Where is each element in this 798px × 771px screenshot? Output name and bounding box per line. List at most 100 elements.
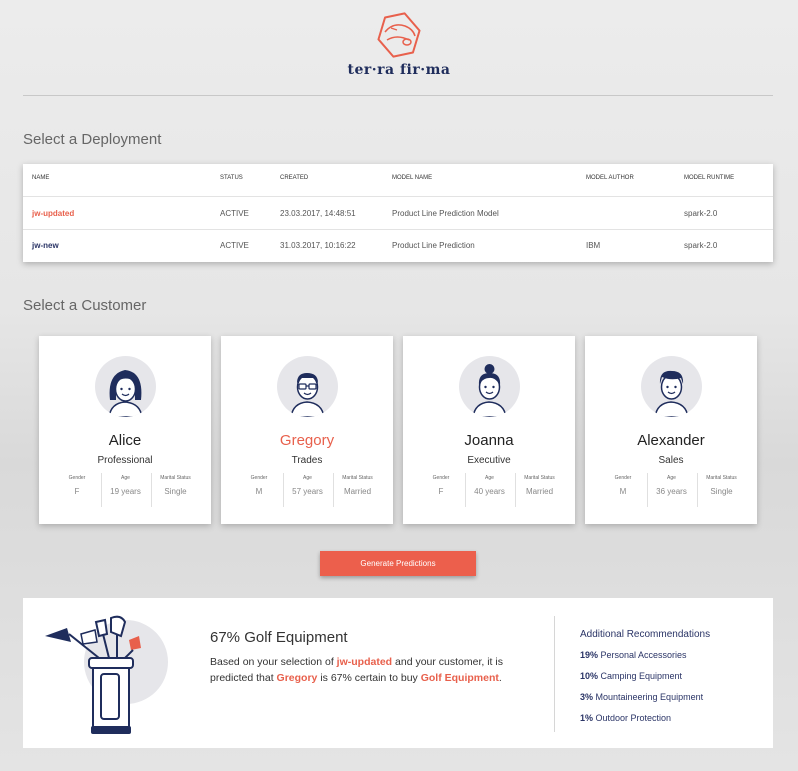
deployments-table: NAME STATUS CREATED MODEL NAME MODEL AUT…: [23, 164, 773, 262]
list-item: 3% Mountaineering Equipment: [580, 692, 703, 713]
deployment-model-name: Product Line Prediction: [392, 241, 475, 250]
avatar: [95, 356, 156, 417]
customer-occupation: Sales: [658, 455, 684, 466]
avatar: [459, 356, 520, 417]
header-divider: [23, 95, 773, 96]
table-header: NAME STATUS CREATED MODEL NAME MODEL AUT…: [23, 164, 773, 197]
deployment-model-runtime: spark-2.0: [684, 209, 718, 218]
customer-section-title: Select a Customer: [23, 297, 147, 314]
rec-label: Camping Equipment: [598, 671, 683, 681]
prediction-product: Golf Equipment: [420, 672, 499, 684]
gender-label: Gender: [68, 475, 86, 481]
customer-name: Alice: [108, 432, 142, 449]
deployment-created: 23.03.2017, 14:48:51: [280, 209, 356, 218]
man-glasses-avatar-icon: [290, 373, 325, 417]
customer-name: Joanna: [464, 432, 514, 449]
rec-percent: 10%: [580, 671, 599, 681]
table-row[interactable]: jw-updated ACTIVE 23.03.2017, 14:48:51 P…: [23, 197, 773, 230]
brand-name: ter·ra fir·ma: [347, 62, 451, 78]
recommendations-list: 19% Personal Accessories 10% Camping Equ…: [580, 650, 703, 734]
deployment-model-author: IBM: [586, 241, 601, 250]
generate-predictions-button[interactable]: Generate Predictions: [320, 551, 476, 576]
customer-stats: Gender M Age 57 years Marital Status Marrie…: [235, 473, 381, 507]
gender-label: Gender: [432, 475, 450, 481]
customer-card-gregory[interactable]: Gregory Trades Gender M Age 57 years Marit…: [221, 336, 393, 524]
marital-label: Marital Status: [706, 475, 737, 481]
list-item: 1% Outdoor Protection: [580, 713, 703, 734]
list-item: 19% Personal Accessories: [580, 650, 703, 671]
prediction-text-part: .: [498, 672, 502, 684]
customer-occupation: Executive: [467, 455, 511, 466]
deployment-model-runtime: spark-2.0: [684, 241, 718, 250]
age-value: 40 years: [474, 487, 505, 496]
rec-label: Outdoor Protection: [593, 713, 672, 723]
customer-card-joanna[interactable]: Joanna Executive Gender F Age 40 years Mar…: [403, 336, 575, 524]
customer-stats: Gender M Age 36 years Marital Status Single: [599, 473, 745, 507]
prediction-customer: Gregory: [276, 672, 318, 684]
customer-card-alice[interactable]: Alice Professional Gender F Age 19 years M…: [39, 336, 211, 524]
marital-value: Married: [525, 487, 554, 496]
brand-logo: ter·ra fir·ma: [0, 12, 798, 78]
terra-firma-logo-icon: [377, 12, 421, 58]
avatar: [641, 356, 702, 417]
age-label: Age: [667, 475, 676, 481]
marital-value: Single: [710, 487, 733, 496]
header-created: CREATED: [280, 175, 309, 181]
header-status: STATUS: [220, 175, 243, 181]
deployment-status: ACTIVE: [220, 209, 249, 218]
rec-label: Personal Accessories: [598, 650, 687, 660]
rec-percent: 19%: [580, 650, 599, 660]
age-value: 57 years: [292, 487, 323, 496]
customer-stats: Gender F Age 19 years Marital Status Single: [53, 473, 199, 507]
marital-label: Marital Status: [160, 475, 191, 481]
recommendations-title: Additional Recommendations: [580, 629, 711, 640]
deployment-created: 31.03.2017, 10:16:22: [280, 241, 356, 250]
customer-stats: Gender F Age 40 years Marital Status Marrie…: [417, 473, 563, 507]
table-row[interactable]: jw-new ACTIVE 31.03.2017, 10:16:22 Produ…: [23, 229, 773, 262]
age-value: 36 years: [656, 487, 687, 496]
rec-label: Mountaineering Equipment: [593, 692, 704, 702]
deployment-section-title: Select a Deployment: [23, 131, 162, 148]
deployment-name[interactable]: jw-new: [32, 229, 59, 262]
customer-card-alexander[interactable]: Alexander Sales Gender M Age 36 years Mari…: [585, 336, 757, 524]
marital-label: Marital Status: [342, 475, 373, 481]
header-model-author: MODEL AUTHOR: [586, 175, 634, 181]
age-value: 19 years: [110, 487, 141, 496]
avatar: [277, 356, 338, 417]
customer-occupation: Trades: [291, 455, 323, 466]
customer-name: Alexander: [637, 432, 705, 449]
header-model-name: MODEL NAME: [392, 175, 433, 181]
age-label: Age: [303, 475, 312, 481]
result-divider: [554, 616, 555, 732]
marital-value: Married: [343, 487, 372, 496]
marital-label: Marital Status: [524, 475, 555, 481]
prediction-title: 67% Golf Equipment: [210, 629, 348, 646]
man-avatar-icon: [654, 370, 689, 417]
list-item: 10% Camping Equipment: [580, 671, 703, 692]
prediction-text-part: is 67% certain to buy: [317, 672, 421, 684]
rec-percent: 3%: [580, 692, 594, 702]
header-model-runtime: MODEL RUNTIME: [684, 175, 735, 181]
prediction-text: Based on your selection of jw-updated an…: [210, 654, 540, 686]
gender-value: F: [74, 487, 80, 496]
gender-value: M: [619, 487, 627, 496]
age-label: Age: [485, 475, 494, 481]
prediction-text-part: Based on your selection of: [210, 656, 337, 668]
deployment-model-name: Product Line Prediction Model: [392, 209, 499, 218]
gender-value: F: [438, 487, 444, 496]
gender-label: Gender: [614, 475, 632, 481]
gender-label: Gender: [250, 475, 268, 481]
rec-percent: 1%: [580, 713, 594, 723]
deployment-name[interactable]: jw-updated: [32, 197, 74, 230]
deployment-status: ACTIVE: [220, 241, 249, 250]
prediction-deployment: jw-updated: [336, 656, 393, 668]
customer-name: Gregory: [279, 432, 335, 449]
age-label: Age: [121, 475, 130, 481]
header-name: NAME: [32, 175, 50, 181]
customer-occupation: Professional: [97, 455, 153, 466]
marital-value: Single: [164, 487, 187, 496]
woman-bun-avatar-icon: [472, 364, 507, 417]
prediction-result-panel: 67% Golf Equipment Based on your selecti…: [23, 598, 773, 748]
woman-avatar-icon: [108, 370, 143, 417]
golf-bag-icon: [45, 615, 168, 734]
